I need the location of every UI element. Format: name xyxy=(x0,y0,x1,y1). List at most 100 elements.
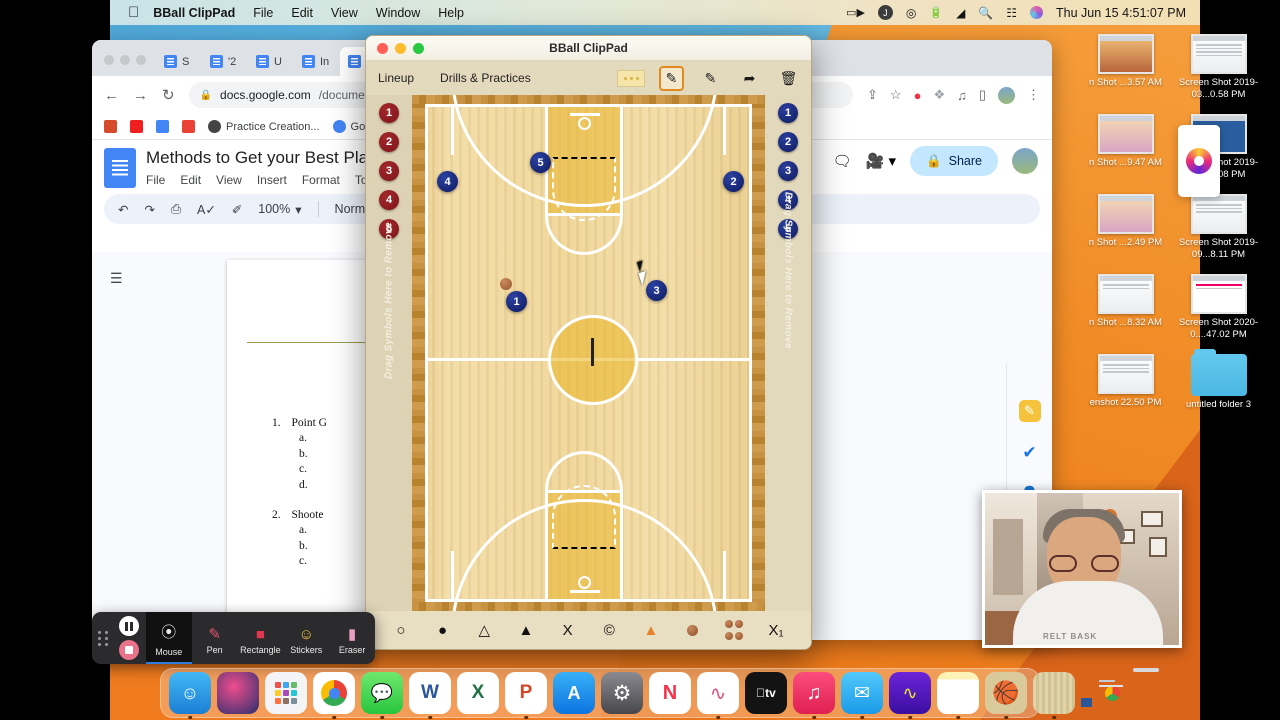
desktop-icon-folder[interactable]: untitled folder 3 xyxy=(1175,349,1262,411)
screen-recorder-toolbar[interactable]: ⦿ Mouse ✎ Pen ■ Rectangle ☺ Stickers ▮ E… xyxy=(92,612,375,664)
share-icon[interactable]: ⇪ xyxy=(867,87,878,103)
extension-badge-icon[interactable]: ● xyxy=(914,88,922,103)
meet-camera-icon[interactable]: 🎥 ▾ xyxy=(866,152,896,170)
cone-icon[interactable]: ▲ xyxy=(640,619,662,641)
dock-item-word[interactable]: W xyxy=(409,672,451,714)
blue-puck[interactable]: 1 xyxy=(778,103,798,123)
record-icon[interactable]: ◎ xyxy=(906,6,916,20)
desktop-icon[interactable]: n Shot ...9.47 AM xyxy=(1082,114,1169,180)
dock-item-mail[interactable]: ✉ xyxy=(841,672,883,714)
docs-menu-file[interactable]: File xyxy=(146,173,165,187)
trash-icon[interactable]: 🗑 xyxy=(776,66,801,91)
tab-drills-practices[interactable]: Drills & Practices xyxy=(440,71,531,85)
docs-menu-format[interactable]: Format xyxy=(302,173,340,187)
menubar-item-window[interactable]: Window xyxy=(376,6,420,20)
desktop-icon[interactable]: n Shot ...2.49 PM xyxy=(1082,194,1169,260)
pause-button[interactable] xyxy=(118,616,139,636)
dock-item-system-settings[interactable]: ⚙ xyxy=(601,672,643,714)
player-marker-5[interactable]: 5 xyxy=(530,152,551,173)
circle-filled-icon[interactable]: ● xyxy=(432,619,454,641)
desktop-icon[interactable]: Screen Shot 2019-09...8.11 PM xyxy=(1175,194,1262,260)
desktop-icon[interactable]: n Shot ...3.57 AM xyxy=(1082,34,1169,100)
dock-item-messages[interactable]: 💬 xyxy=(361,672,403,714)
basketball-rack-icon[interactable] xyxy=(723,619,745,641)
desktop-icon[interactable]: n Shot ...8.32 AM xyxy=(1082,274,1169,340)
desktop-icon[interactable]: Screen Shot 2019-03...0.58 PM xyxy=(1175,34,1262,100)
basketball-icon[interactable] xyxy=(682,619,704,641)
color-swatch-button[interactable] xyxy=(617,69,645,87)
blue-puck[interactable]: 3 xyxy=(778,161,798,181)
zoom-select[interactable]: 100% ▾ xyxy=(258,202,301,217)
dock-item-excel[interactable]: X xyxy=(457,672,499,714)
tasks-icon[interactable]: ✔ xyxy=(1019,442,1041,464)
comment-icon[interactable]: 🗨 xyxy=(833,152,852,170)
dock-item-music[interactable]: ♫ xyxy=(793,672,835,714)
redo-icon[interactable]: ↷ xyxy=(144,202,154,217)
bookmark-item[interactable] xyxy=(182,120,195,133)
dock-item-siri[interactable] xyxy=(217,672,259,714)
share-button[interactable]: 🔒 Share xyxy=(910,146,998,176)
siri-icon[interactable] xyxy=(1030,6,1044,19)
menubar-app-name[interactable]: BBall ClipPad xyxy=(153,6,235,20)
apple-logo-icon[interactable]:  xyxy=(128,5,139,20)
forward-icon[interactable]: → xyxy=(133,87,148,104)
eraser-icon[interactable]: ✎ xyxy=(698,66,723,91)
desktop-icon[interactable]: enshot 22.50 PM xyxy=(1082,354,1169,411)
document-outline-icon[interactable]: ☰ xyxy=(110,270,123,287)
browser-tab[interactable]: '2 xyxy=(202,47,248,76)
dock-item-launchpad[interactable] xyxy=(265,672,307,714)
dock-item-finder[interactable]: ☺ xyxy=(169,672,211,714)
dock-item-powerpoint[interactable]: P xyxy=(505,672,547,714)
chrome-menu-icon[interactable]: ⋮ xyxy=(1027,87,1040,103)
recorder-tool-eraser[interactable]: ▮ Eraser xyxy=(329,621,375,655)
player-marker-2[interactable]: 2 xyxy=(723,171,744,192)
player-marker-1[interactable]: 1 xyxy=(506,291,527,312)
window-traffic-lights[interactable] xyxy=(100,55,156,76)
pencil-edit-icon[interactable]: ✎ xyxy=(659,65,684,91)
x-subscript-icon[interactable]: X₁ xyxy=(765,619,787,641)
x-mark-icon[interactable]: X xyxy=(557,619,579,641)
bookmark-item[interactable] xyxy=(104,120,117,133)
docs-menu-view[interactable]: View xyxy=(216,173,242,187)
camera-icon[interactable]: ▭▶ xyxy=(846,6,865,19)
menubar-clock[interactable]: Thu Jun 15 4:51:07 PM xyxy=(1056,6,1186,20)
profile-avatar[interactable] xyxy=(998,86,1015,104)
back-icon[interactable]: ← xyxy=(104,87,119,104)
docs-menu-edit[interactable]: Edit xyxy=(180,173,201,187)
dock-item-apple-tv[interactable]: tv xyxy=(745,672,787,714)
dock-item-audio-app[interactable]: ∿ xyxy=(889,672,931,714)
drag-handle-icon[interactable] xyxy=(92,630,112,646)
dock-item-chrome[interactable] xyxy=(313,672,355,714)
control-center-icon[interactable]: ☷ xyxy=(1006,6,1017,20)
triangle-outline-icon[interactable]: △ xyxy=(473,619,495,641)
recorder-tool-pen[interactable]: ✎ Pen xyxy=(192,621,238,655)
undo-icon[interactable]: ↶ xyxy=(118,202,128,217)
browser-tab[interactable]: In xyxy=(294,47,340,76)
bookmark-star-icon[interactable]: ☆ xyxy=(890,87,902,103)
desktop-icon[interactable]: Screen Shot 2020-0....47.02 PM xyxy=(1175,274,1262,340)
player-marker-4[interactable]: 4 xyxy=(437,171,458,192)
tab-lineup[interactable]: Lineup xyxy=(378,71,414,85)
dock-item-court-app[interactable] xyxy=(1033,672,1075,714)
menubar-item-view[interactable]: View xyxy=(331,6,358,20)
puzzle-icon[interactable]: ❖ xyxy=(933,87,945,103)
user-initial-icon[interactable]: J xyxy=(877,5,893,20)
reload-icon[interactable]: ↻ xyxy=(162,86,175,104)
blue-puck[interactable]: 2 xyxy=(778,132,798,152)
battery-icon[interactable]: 🔋 xyxy=(929,6,943,19)
browser-tab[interactable]: S xyxy=(156,47,202,76)
wifi-icon[interactable]: ◢ xyxy=(956,6,965,20)
recorder-tool-stickers[interactable]: ☺ Stickers xyxy=(283,622,329,655)
menubar-item-help[interactable]: Help xyxy=(438,6,464,20)
docs-menu-insert[interactable]: Insert xyxy=(257,173,287,187)
keep-icon[interactable]: ✎ xyxy=(1018,400,1041,422)
bball-clippad-window[interactable]: BBall ClipPad Lineup Drills & Practices … xyxy=(365,35,812,650)
player-marker-3[interactable]: 3 xyxy=(646,280,667,301)
recorder-tool-mouse[interactable]: ⦿ Mouse xyxy=(145,612,192,664)
red-puck[interactable]: 4 xyxy=(379,190,399,210)
webcam-pip[interactable]: RELT BASK xyxy=(982,490,1182,648)
bookmark-practice-creation[interactable]: Practice Creation... xyxy=(208,120,320,133)
triangle-filled-icon[interactable]: ▲ xyxy=(515,619,537,641)
bookmark-item[interactable] xyxy=(130,120,143,133)
red-puck[interactable]: 1 xyxy=(379,103,399,123)
